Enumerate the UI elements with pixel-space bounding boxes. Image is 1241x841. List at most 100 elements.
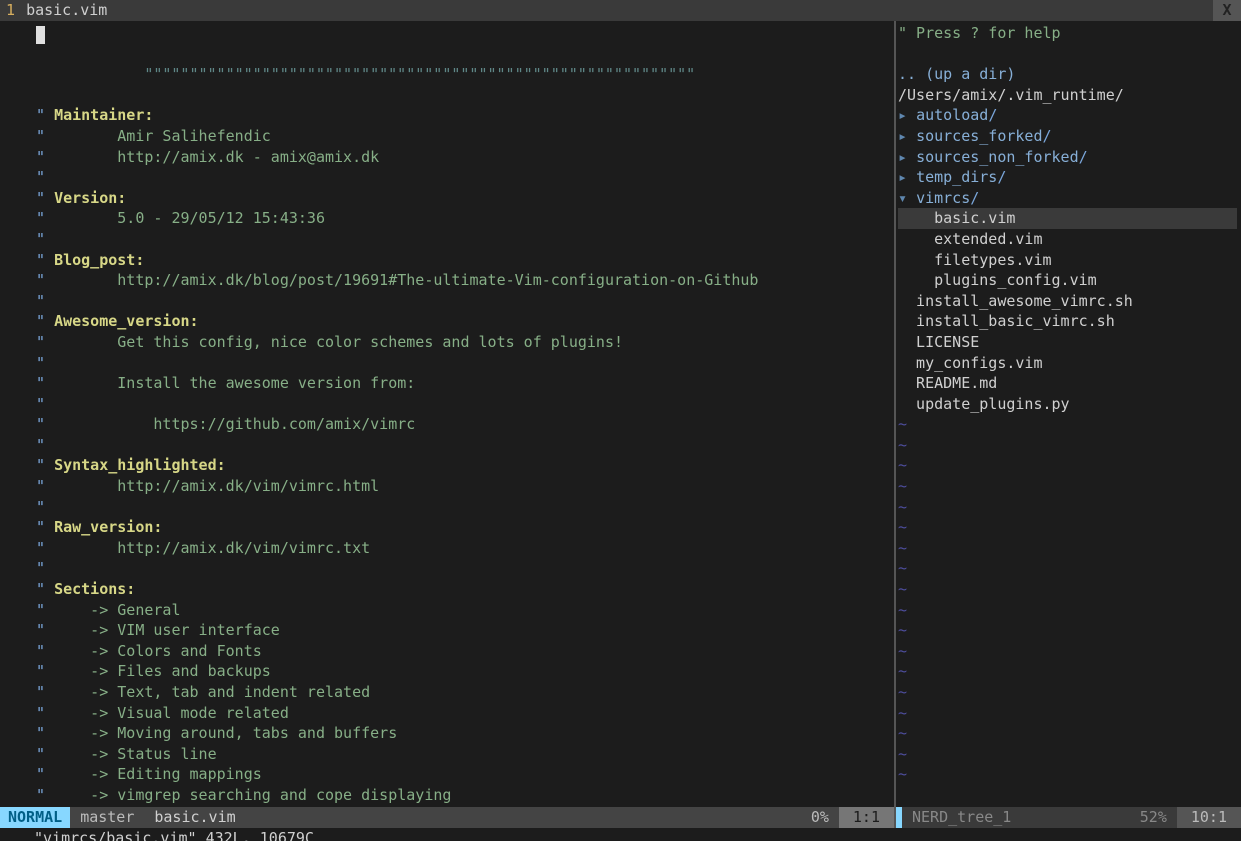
code-line: " -> Colors and Fonts (0, 641, 894, 662)
code-line: " -> Editing mappings (0, 764, 894, 785)
tilde-line: ~ (896, 517, 1241, 538)
mode-indicator: NORMAL (0, 807, 70, 828)
tree-file[interactable]: my_configs.vim (896, 353, 1241, 374)
code-line: " Sections: (0, 579, 894, 600)
status-spacer (246, 807, 801, 828)
tree-file[interactable]: plugins_config.vim (896, 270, 1241, 291)
code-line: " -> Files and backups (0, 661, 894, 682)
git-branch: master (70, 807, 144, 828)
tree-file[interactable]: install_basic_vimrc.sh (896, 311, 1241, 332)
code-line: " Install the awesome version from: (0, 373, 894, 394)
tree-dir[interactable]: ▸ temp_dirs/ (896, 167, 1241, 188)
tree-file[interactable]: LICENSE (896, 332, 1241, 353)
tilde-line: ~ (896, 682, 1241, 703)
code-line: " (0, 353, 894, 374)
code-line: " (0, 497, 894, 518)
code-line: " (0, 167, 894, 188)
statusline-inactive: NERD_tree_1 52% 10:1 (896, 807, 1241, 828)
tree-dir[interactable]: ▸ sources_forked/ (896, 126, 1241, 147)
code-line: " Version: (0, 188, 894, 209)
split-area: """"""""""""""""""""""""""""""""""""""""… (0, 21, 1241, 807)
cursor (36, 26, 45, 44)
buffer-content: """"""""""""""""""""""""""""""""""""""""… (0, 21, 894, 807)
code-line: " Syntax_highlighted: (0, 455, 894, 476)
tree-dir[interactable]: ▸ autoload/ (896, 105, 1241, 126)
tree-content: " Press ? for help .. (up a dir) /Users/… (896, 21, 1241, 414)
tilde-line: ~ (896, 764, 1241, 785)
tab[interactable]: 1 basic.vim (0, 0, 113, 21)
code-line: " (0, 435, 894, 456)
tree-file[interactable]: extended.vim (896, 229, 1241, 250)
tree-buffer-name: NERD_tree_1 (902, 807, 1021, 828)
tree-up-dir[interactable]: .. (up a dir) (896, 64, 1241, 85)
tree-dir[interactable]: ▸ sources_non_forked/ (896, 147, 1241, 168)
tilde-line: ~ (896, 414, 1241, 435)
code-line: " -> Spell checking (0, 806, 894, 807)
tree-file[interactable]: install_awesome_vimrc.sh (896, 291, 1241, 312)
tree-dir[interactable]: ▾ vimrcs/ (896, 188, 1241, 209)
tab-bar: 1 basic.vim X (0, 0, 1241, 21)
tilde-line: ~ (896, 497, 1241, 518)
code-line: " Maintainer: (0, 105, 894, 126)
code-line: " (0, 291, 894, 312)
code-line: " Get this config, nice color schemes an… (0, 332, 894, 353)
tab-index: 1 (6, 1, 15, 19)
command-text: "vimrcs/basic.vim" 432L, 10679C (34, 828, 314, 841)
code-line: " (0, 394, 894, 415)
code-line: " 5.0 - 29/05/12 15:43:36 (0, 208, 894, 229)
tilde-line: ~ (896, 476, 1241, 497)
code-line: " http://amix.dk/vim/vimrc.txt (0, 538, 894, 559)
tilde-line: ~ (896, 723, 1241, 744)
code-line: " https://github.com/amix/vimrc (0, 414, 894, 435)
tilde-line: ~ (896, 558, 1241, 579)
code-line: " http://amix.dk - amix@amix.dk (0, 147, 894, 168)
cursor-position: 1:1 (839, 807, 894, 828)
tree-file[interactable]: filetypes.vim (896, 250, 1241, 271)
header-quotes: """"""""""""""""""""""""""""""""""""""""… (126, 65, 695, 83)
file-name: basic.vim (144, 807, 245, 828)
code-line: " Blog_post: (0, 250, 894, 271)
close-icon: X (1222, 0, 1231, 21)
tree-help: " Press ? for help (898, 24, 1061, 42)
code-line: " Raw_version: (0, 517, 894, 538)
editor-pane[interactable]: """"""""""""""""""""""""""""""""""""""""… (0, 21, 894, 807)
statusline-active: NORMAL master basic.vim 0% 1:1 (0, 807, 894, 828)
code-line: " -> General (0, 600, 894, 621)
tilde-line: ~ (896, 600, 1241, 621)
statusline-row: NORMAL master basic.vim 0% 1:1 NERD_tree… (0, 807, 1241, 828)
tab-close-button[interactable]: X (1213, 0, 1241, 21)
code-line: " Awesome_version: (0, 311, 894, 332)
code-line: " Amir Salihefendic (0, 126, 894, 147)
tilde-line: ~ (896, 703, 1241, 724)
vim-window: 1 basic.vim X """"""""""""""""""""""""""… (0, 0, 1241, 841)
tilde-line: ~ (896, 641, 1241, 662)
tilde-line: ~ (896, 744, 1241, 765)
blank-line (896, 44, 1241, 65)
code-line: " -> VIM user interface (0, 620, 894, 641)
code-line: " -> vimgrep searching and cope displayi… (0, 785, 894, 806)
code-line: " http://amix.dk/blog/post/19691#The-ult… (0, 270, 894, 291)
code-line: " -> Moving around, tabs and buffers (0, 723, 894, 744)
tilde-line: ~ (896, 538, 1241, 559)
tree-scroll-percent: 52% (1130, 807, 1177, 828)
tree-file[interactable]: basic.vim (896, 208, 1241, 229)
code-line: " http://amix.dk/vim/vimrc.html (0, 476, 894, 497)
empty-lines: ~~~~~~~~~~~~~~~~~~ (896, 414, 1241, 785)
tree-file[interactable]: README.md (896, 373, 1241, 394)
tree-cursor-position: 10:1 (1177, 807, 1241, 828)
tilde-line: ~ (896, 661, 1241, 682)
tab-name: basic.vim (26, 1, 107, 19)
scroll-percent: 0% (801, 807, 839, 828)
tilde-line: ~ (896, 579, 1241, 600)
command-line[interactable]: "vimrcs/basic.vim" 432L, 10679C (0, 828, 1241, 841)
code-line: " -> Text, tab and indent related (0, 682, 894, 703)
tilde-line: ~ (896, 435, 1241, 456)
nerdtree-pane[interactable]: " Press ? for help .. (up a dir) /Users/… (896, 21, 1241, 807)
code-line: " (0, 558, 894, 579)
tilde-line: ~ (896, 620, 1241, 641)
tree-root[interactable]: /Users/amix/.vim_runtime/ (896, 85, 1241, 106)
tree-file[interactable]: update_plugins.py (896, 394, 1241, 415)
code-line: " -> Status line (0, 744, 894, 765)
code-line: " (0, 229, 894, 250)
tilde-line: ~ (896, 455, 1241, 476)
